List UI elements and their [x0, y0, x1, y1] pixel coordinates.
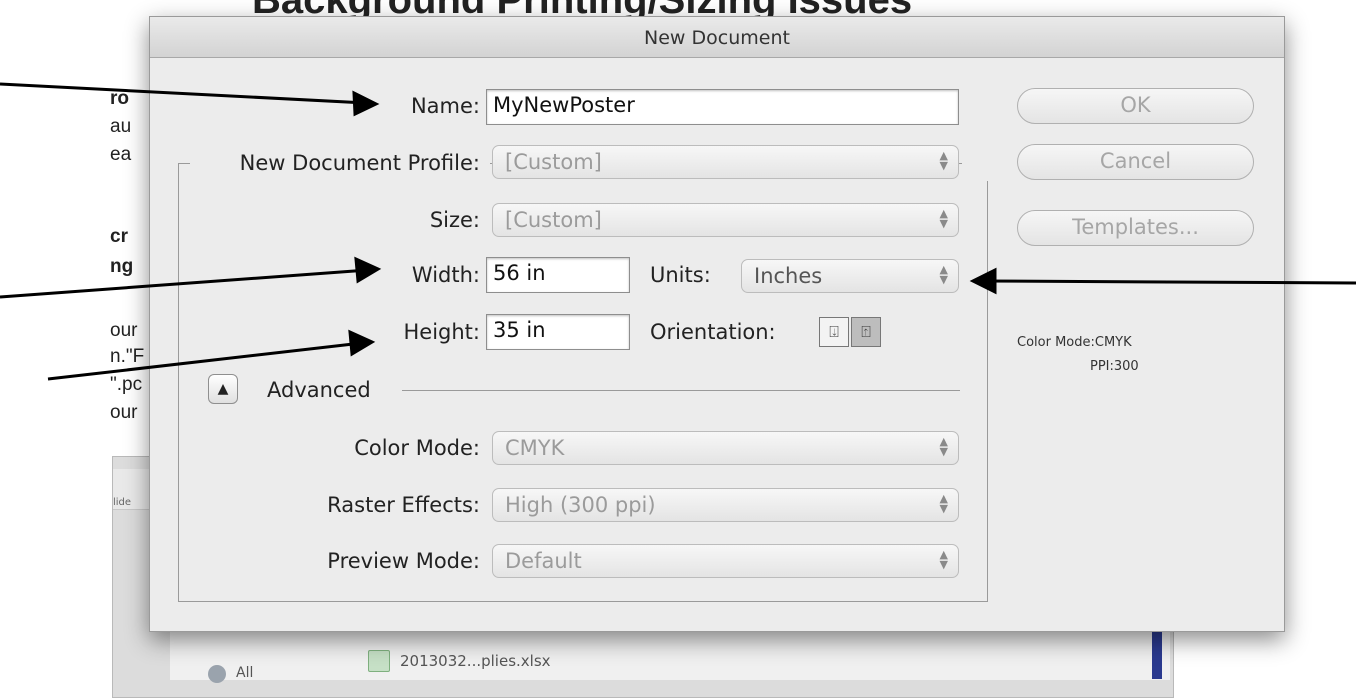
size-value: [Custom] — [505, 208, 602, 232]
width-input[interactable]: 56 in — [486, 257, 630, 293]
updown-chevron-icon: ▲ ▼ — [939, 207, 948, 230]
portrait-orientation-icon[interactable]: ⍗ — [819, 317, 849, 347]
all-files-icon — [208, 665, 226, 683]
background-text-line: our — [110, 402, 138, 423]
raster-effects-value: High (300 ppi) — [505, 493, 656, 517]
background-text-line: n."F — [110, 346, 145, 367]
preview-mode-select[interactable]: Default ▲ ▼ — [492, 544, 959, 578]
updown-chevron-icon: ▲ ▼ — [939, 263, 948, 286]
background-text-line: ro — [110, 88, 129, 109]
background-file-browser — [170, 630, 1170, 680]
dialog-title: New Document — [644, 27, 790, 49]
advanced-divider — [402, 390, 960, 391]
height-label: Height: — [403, 320, 481, 344]
name-label: Name: — [410, 94, 480, 118]
templates-button[interactable]: Templates... — [1017, 210, 1254, 246]
units-label: Units: — [650, 263, 711, 287]
updown-chevron-icon: ▲ ▼ — [939, 492, 948, 515]
color-mode-label: Color Mode: — [354, 436, 480, 460]
background-text-line: ea — [110, 144, 132, 165]
background-text-line: our — [110, 320, 138, 341]
units-value: Inches — [754, 264, 823, 288]
background-text-line: ng — [110, 256, 134, 277]
landscape-orientation-icon[interactable]: ⍐ — [851, 317, 881, 347]
background-text-line: au — [110, 116, 132, 137]
orientation-label: Orientation: — [650, 320, 776, 344]
dialog-titlebar[interactable]: New Document — [150, 17, 1284, 58]
updown-chevron-icon: ▲ ▼ — [939, 435, 948, 458]
ok-button[interactable]: OK — [1017, 88, 1254, 124]
preview-mode-label: Preview Mode: — [327, 549, 480, 573]
raster-effects-label: Raster Effects: — [327, 493, 480, 517]
height-input[interactable]: 35 in — [486, 314, 630, 350]
color-mode-value: CMYK — [505, 436, 565, 460]
info-ppi: PPI:300 — [1090, 359, 1139, 374]
profile-label: New Document Profile: — [239, 151, 480, 175]
updown-chevron-icon: ▲ ▼ — [939, 149, 948, 172]
cancel-button[interactable]: Cancel — [1017, 144, 1254, 180]
width-label: Width: — [411, 263, 480, 287]
preview-mode-value: Default — [505, 549, 582, 573]
name-input[interactable]: MyNewPoster — [486, 89, 959, 125]
background-text-line: ".pc — [110, 374, 143, 395]
raster-effects-select[interactable]: High (300 ppi) ▲ ▼ — [492, 488, 959, 522]
background-slide-label: lide — [113, 497, 132, 508]
info-color-mode: Color Mode:CMYK — [1017, 335, 1132, 350]
size-label: Size: — [429, 208, 480, 232]
updown-chevron-icon: ▲ ▼ — [939, 548, 948, 571]
new-document-dialog: New Document Name: MyNewPoster New Docum… — [149, 16, 1285, 632]
group-label-mask — [962, 147, 988, 181]
spreadsheet-icon — [368, 650, 390, 672]
units-select[interactable]: Inches ▲ ▼ — [741, 259, 959, 293]
size-select[interactable]: [Custom] ▲ ▼ — [492, 203, 959, 237]
advanced-label: Advanced — [267, 378, 371, 402]
color-mode-select[interactable]: CMYK ▲ ▼ — [492, 431, 959, 465]
triangle-up-icon[interactable]: ▲ — [208, 374, 238, 404]
background-scroll-accent — [1152, 628, 1162, 679]
background-text-line: cr — [110, 226, 128, 247]
background-file-name: 2013032...plies.xlsx — [400, 652, 551, 670]
profile-select[interactable]: [Custom] ▲ ▼ — [492, 145, 959, 179]
profile-value: [Custom] — [505, 150, 602, 174]
